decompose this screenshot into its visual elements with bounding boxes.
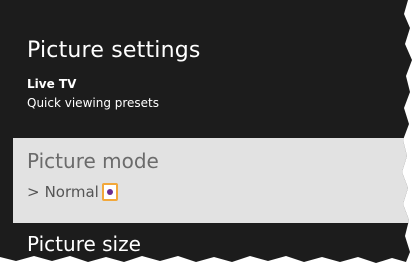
picture-mode-label: Picture mode [27, 149, 159, 173]
highlight-box [101, 183, 118, 201]
menu-item-picture-size[interactable]: Picture size [0, 232, 412, 263]
picture-size-label: Picture size [27, 232, 141, 256]
chevron-right-icon: > [27, 183, 40, 201]
context-label: Live TV [27, 77, 77, 91]
picture-mode-value-row: > Normal [27, 181, 118, 203]
dot-icon [106, 189, 113, 195]
panel-header: Picture settings Live TV Quick viewing p… [0, 0, 412, 125]
page-title: Picture settings [27, 38, 201, 63]
header-description: Quick viewing presets [27, 96, 160, 110]
picture-mode-value: Normal [44, 183, 99, 201]
screenshot-stage: Picture settings Live TV Quick viewing p… [0, 0, 416, 266]
menu-item-picture-mode[interactable]: Picture mode > Normal [13, 138, 412, 223]
picture-settings-panel: Picture settings Live TV Quick viewing p… [0, 0, 412, 263]
